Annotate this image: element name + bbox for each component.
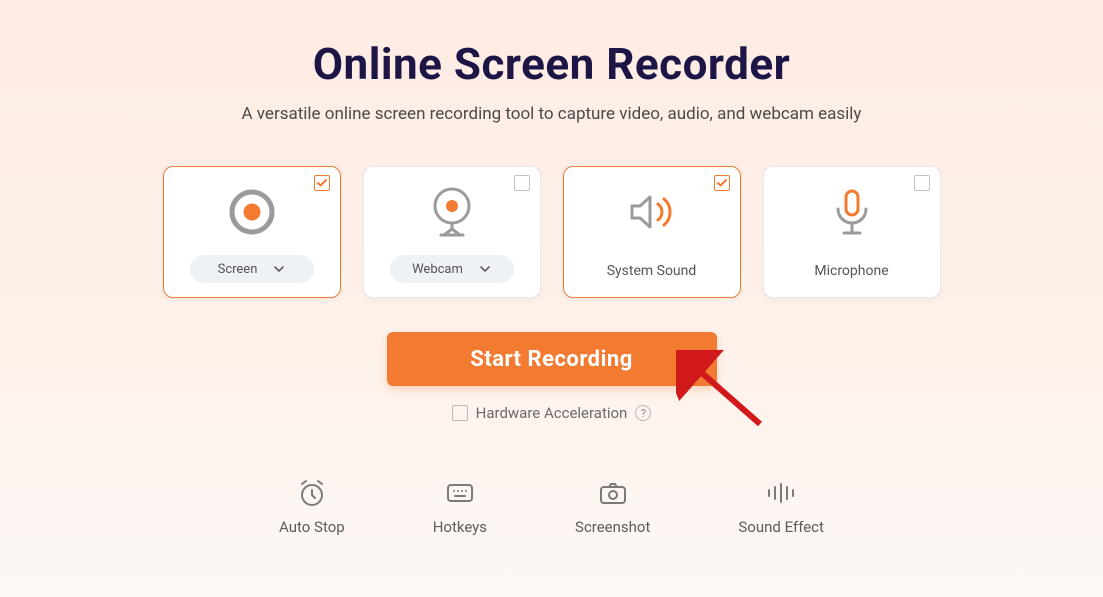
hardware-accel-label: Hardware Acceleration xyxy=(476,404,628,422)
card-system-sound[interactable]: System Sound xyxy=(563,166,741,298)
page-subtitle: A versatile online screen recording tool… xyxy=(242,104,862,124)
card-screen[interactable]: Screen xyxy=(163,166,341,298)
screen-dropdown[interactable]: Screen xyxy=(190,255,314,283)
chevron-down-icon xyxy=(273,263,285,275)
microphone-label: Microphone xyxy=(814,263,888,279)
tools-row: Auto Stop Hotkeys Screenshot xyxy=(279,480,824,536)
sound-wave-icon xyxy=(764,480,798,506)
microphone-icon xyxy=(830,183,874,241)
help-icon[interactable]: ? xyxy=(635,405,651,421)
source-cards: Screen Webcam xyxy=(163,166,941,298)
checkbox-screen[interactable] xyxy=(314,175,330,191)
card-webcam[interactable]: Webcam xyxy=(363,166,541,298)
alarm-clock-icon xyxy=(297,480,327,506)
tool-screenshot-label: Screenshot xyxy=(575,518,650,536)
check-icon xyxy=(716,177,728,189)
webcam-dropdown-label: Webcam xyxy=(412,262,463,277)
check-icon xyxy=(316,177,328,189)
checkbox-webcam[interactable] xyxy=(514,175,530,191)
tool-sound-effect[interactable]: Sound Effect xyxy=(738,480,824,536)
tool-auto-stop[interactable]: Auto Stop xyxy=(279,480,345,536)
hardware-accel-checkbox[interactable] xyxy=(452,405,468,421)
checkbox-microphone[interactable] xyxy=(914,175,930,191)
speaker-icon xyxy=(626,183,678,241)
tool-screenshot[interactable]: Screenshot xyxy=(575,480,650,536)
webcam-icon xyxy=(429,183,475,241)
screen-dropdown-label: Screen xyxy=(218,262,258,277)
chevron-down-icon xyxy=(479,263,491,275)
tool-hotkeys-label: Hotkeys xyxy=(433,518,487,536)
tool-auto-stop-label: Auto Stop xyxy=(279,518,345,536)
hardware-accel-row: Hardware Acceleration ? xyxy=(452,404,652,422)
tool-hotkeys[interactable]: Hotkeys xyxy=(433,480,487,536)
page-title: Online Screen Recorder xyxy=(313,38,791,90)
system-sound-label: System Sound xyxy=(607,263,697,279)
start-recording-button[interactable]: Start Recording xyxy=(387,332,717,386)
checkbox-system-sound[interactable] xyxy=(714,175,730,191)
camera-icon xyxy=(598,480,628,506)
card-microphone[interactable]: Microphone xyxy=(763,166,941,298)
keyboard-icon xyxy=(445,480,475,506)
tool-sound-effect-label: Sound Effect xyxy=(738,518,824,536)
record-icon xyxy=(227,183,277,241)
webcam-dropdown[interactable]: Webcam xyxy=(390,255,514,283)
